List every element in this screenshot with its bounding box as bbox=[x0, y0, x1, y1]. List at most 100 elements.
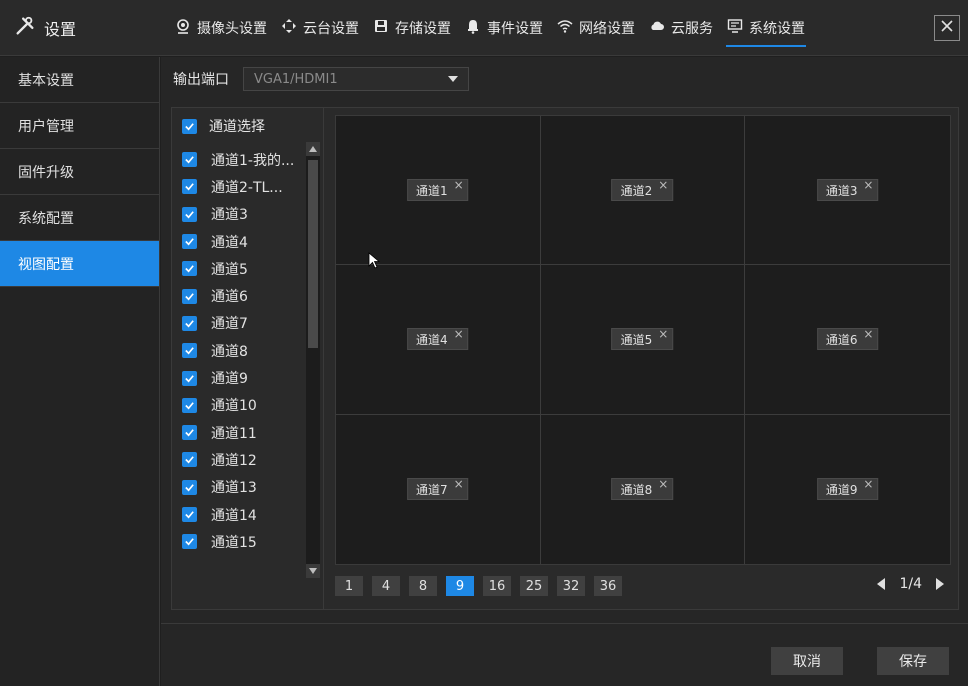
layout-button-4[interactable]: 4 bbox=[372, 576, 400, 596]
channel-tag[interactable]: 通道5 × bbox=[611, 327, 674, 351]
output-port-value: VGA1/HDMI1 bbox=[254, 71, 338, 87]
channel-checkbox[interactable] bbox=[182, 179, 197, 195]
remove-channel-icon[interactable]: × bbox=[454, 477, 464, 491]
sidebar-item-view-config[interactable]: 视图配置 bbox=[0, 241, 159, 287]
channel-item[interactable]: 通道9 bbox=[182, 364, 312, 391]
tab-ptz[interactable]: 云台设置 bbox=[274, 0, 366, 56]
tab-storage-label: 存储设置 bbox=[395, 21, 451, 37]
remove-channel-icon[interactable]: × bbox=[658, 327, 668, 341]
remove-channel-icon[interactable]: × bbox=[863, 477, 873, 491]
channel-item[interactable]: 通道14 bbox=[182, 501, 312, 528]
tab-event[interactable]: 事件设置 bbox=[458, 0, 550, 56]
channel-checkbox[interactable] bbox=[182, 261, 197, 277]
channel-item[interactable]: 通道13 bbox=[182, 474, 312, 501]
channel-checkbox[interactable] bbox=[182, 425, 197, 441]
channel-checkbox[interactable] bbox=[182, 507, 197, 522]
remove-channel-icon[interactable]: × bbox=[658, 178, 668, 192]
scroll-down-icon[interactable] bbox=[306, 564, 320, 578]
view-cell[interactable]: 通道7 × bbox=[336, 414, 541, 564]
remove-channel-icon[interactable]: × bbox=[863, 327, 873, 341]
tab-storage[interactable]: 存储设置 bbox=[366, 0, 458, 56]
cancel-button[interactable]: 取消 bbox=[771, 647, 843, 675]
channel-item[interactable]: 通道10 bbox=[182, 392, 312, 419]
sidebar: 基本设置 用户管理 固件升级 系统配置 视图配置 bbox=[0, 57, 160, 686]
channel-checkbox[interactable] bbox=[182, 343, 197, 359]
channel-checkbox[interactable] bbox=[182, 234, 197, 250]
prev-page-icon[interactable] bbox=[877, 578, 886, 590]
channel-item[interactable]: 通道15 bbox=[182, 528, 312, 555]
channel-item[interactable]: 通道6 bbox=[182, 282, 312, 309]
channel-label: 通道14 bbox=[211, 507, 257, 524]
layout-button-36[interactable]: 36 bbox=[594, 576, 622, 596]
remove-channel-icon[interactable]: × bbox=[454, 178, 464, 192]
channel-item[interactable]: 通道7 bbox=[182, 310, 312, 337]
select-all-row[interactable]: 通道选择 bbox=[182, 116, 265, 136]
view-cell[interactable]: 通道4 × bbox=[336, 265, 541, 415]
tab-network[interactable]: 网络设置 bbox=[550, 0, 642, 56]
layout-button-1[interactable]: 1 bbox=[335, 576, 363, 596]
sidebar-item-system-config[interactable]: 系统配置 bbox=[0, 195, 159, 241]
channel-item[interactable]: 通道8 bbox=[182, 337, 312, 364]
view-cell[interactable]: 通道5 × bbox=[540, 265, 746, 415]
channel-tag[interactable]: 通道2 × bbox=[611, 178, 674, 202]
scroll-up-icon[interactable] bbox=[306, 142, 320, 156]
channel-checkbox[interactable] bbox=[182, 288, 197, 304]
channel-tag[interactable]: 通道8 × bbox=[611, 477, 674, 501]
next-page-icon[interactable] bbox=[936, 578, 944, 590]
channel-checkbox[interactable] bbox=[182, 315, 197, 331]
close-button[interactable] bbox=[934, 15, 960, 41]
channel-item[interactable]: 通道5 bbox=[182, 255, 312, 282]
channel-item[interactable]: 通道3 bbox=[182, 201, 312, 228]
channel-tag[interactable]: 通道3 × bbox=[816, 178, 879, 202]
channel-tag[interactable]: 通道4 × bbox=[407, 327, 469, 351]
view-cell[interactable]: 通道6 × bbox=[745, 265, 950, 415]
view-cell[interactable]: 通道3 × bbox=[745, 116, 950, 266]
channel-scrollbar[interactable] bbox=[306, 142, 320, 578]
channel-item[interactable]: 通道2-TL... bbox=[182, 173, 312, 200]
remove-channel-icon[interactable]: × bbox=[658, 477, 668, 491]
channel-checkbox[interactable] bbox=[182, 152, 197, 168]
monitor-icon bbox=[727, 18, 743, 38]
channel-tag-label: 通道9 bbox=[825, 482, 858, 497]
tab-camera[interactable]: 摄像头设置 bbox=[168, 0, 274, 56]
channel-checkbox[interactable] bbox=[182, 397, 197, 413]
channel-item[interactable]: 通道11 bbox=[182, 419, 312, 446]
channel-tag[interactable]: 通道7 × bbox=[407, 477, 469, 501]
select-all-checkbox[interactable] bbox=[182, 118, 197, 134]
tab-system-label: 系统设置 bbox=[749, 21, 805, 37]
tab-system[interactable]: 系统设置 bbox=[720, 0, 812, 56]
channel-checkbox[interactable] bbox=[182, 479, 197, 495]
channel-tag[interactable]: 通道6 × bbox=[816, 327, 879, 351]
layout-button-25[interactable]: 25 bbox=[520, 576, 548, 596]
channel-checkbox[interactable] bbox=[182, 370, 197, 386]
sidebar-item-basic[interactable]: 基本设置 bbox=[0, 57, 159, 103]
channel-checkbox[interactable] bbox=[182, 534, 197, 550]
channel-tag[interactable]: 通道9 × bbox=[816, 477, 879, 501]
sidebar-item-firmware[interactable]: 固件升级 bbox=[0, 149, 159, 195]
layout-button-32[interactable]: 32 bbox=[557, 576, 585, 596]
view-cell[interactable]: 通道1 × bbox=[336, 116, 541, 266]
save-button[interactable]: 保存 bbox=[877, 647, 949, 675]
channel-item[interactable]: 通道12 bbox=[182, 446, 312, 473]
layout-button-16[interactable]: 16 bbox=[483, 576, 511, 596]
channel-checkbox[interactable] bbox=[182, 206, 197, 222]
checkmark-icon bbox=[185, 156, 194, 164]
channel-item[interactable]: 通道1-我的... bbox=[182, 146, 312, 173]
remove-channel-icon[interactable]: × bbox=[454, 327, 464, 341]
layout-button-8[interactable]: 8 bbox=[409, 576, 437, 596]
checkmark-icon bbox=[185, 210, 194, 219]
bell-icon bbox=[465, 18, 481, 38]
channel-tag[interactable]: 通道1 × bbox=[407, 178, 469, 202]
tab-cloud[interactable]: 云服务 bbox=[642, 0, 720, 56]
remove-channel-icon[interactable]: × bbox=[863, 178, 873, 192]
view-cell[interactable]: 通道8 × bbox=[541, 414, 746, 564]
view-cell[interactable]: 通道9 × bbox=[745, 415, 950, 564]
output-port-select[interactable]: VGA1/HDMI1 bbox=[243, 67, 469, 91]
layout-button-9[interactable]: 9 bbox=[446, 576, 474, 596]
channel-checkbox[interactable] bbox=[182, 452, 197, 468]
sidebar-item-users[interactable]: 用户管理 bbox=[0, 103, 159, 149]
scrollbar-thumb[interactable] bbox=[308, 160, 318, 348]
channel-item[interactable]: 通道4 bbox=[182, 228, 312, 255]
view-cell[interactable]: 通道2 × bbox=[540, 116, 746, 266]
cloud-icon bbox=[649, 18, 665, 38]
